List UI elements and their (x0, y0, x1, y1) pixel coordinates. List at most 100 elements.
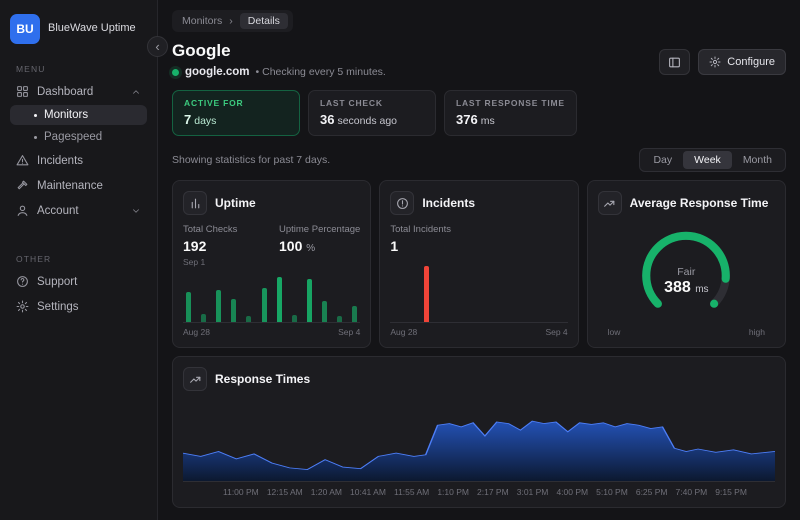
trending-up-icon (598, 191, 622, 215)
response-x-label: 2:17 PM (477, 487, 509, 497)
response-x-label: 7:40 PM (676, 487, 708, 497)
gear-icon (709, 56, 721, 68)
sidebar-item-account[interactable]: Account (10, 199, 147, 222)
status-page-button[interactable] (659, 49, 690, 75)
range-month-button[interactable]: Month (732, 151, 783, 169)
total-checks-metric: Total Checks 192 Sep 1 (183, 224, 237, 267)
sidebar-collapse-button[interactable]: ‹ (147, 36, 168, 57)
gauge-low-label: low (608, 327, 621, 337)
monitor-heading: Google google.com • Checking every 5 min… (172, 41, 386, 78)
sidebar-item-incidents[interactable]: Incidents (10, 149, 147, 172)
app-name: BlueWave Uptime (48, 22, 136, 36)
card-title: Incidents (422, 196, 475, 210)
monitor-host: google.com (185, 66, 250, 78)
card-title: Response Times (215, 372, 310, 386)
uptime-bar (277, 277, 282, 322)
sidebar-item-monitors[interactable]: Monitors (10, 105, 147, 125)
help-circle-icon (16, 275, 29, 288)
range-day-button[interactable]: Day (642, 151, 683, 169)
incidents-card: Incidents Total Incidents 1 Aug 28 Sep 4 (379, 180, 578, 348)
bullet-icon (34, 114, 37, 117)
user-icon (16, 204, 29, 217)
breadcrumb: Monitors › Details (172, 10, 293, 32)
chevron-up-icon (131, 87, 141, 97)
x-axis-start: Aug 28 (390, 327, 417, 337)
breadcrumb-separator: › (229, 15, 233, 27)
response-x-label: 1:10 PM (437, 487, 469, 497)
average-response-time-card: Average Response Time Fair 388 ms low hi… (587, 180, 786, 348)
uptime-bar (352, 306, 357, 322)
stats-period-note: Showing statistics for past 7 days. (172, 154, 330, 166)
alert-triangle-icon (16, 154, 29, 167)
response-x-label: 6:25 PM (636, 487, 668, 497)
response-x-label: 5:10 PM (596, 487, 628, 497)
alert-circle-icon (390, 191, 414, 215)
response-x-label: 10:41 AM (350, 487, 386, 497)
response-x-label: 12:15 AM (267, 487, 303, 497)
uptime-bar (262, 288, 267, 322)
response-chart-svg (183, 399, 775, 481)
response-x-label: 3:01 PM (517, 487, 549, 497)
line-chart-icon (183, 367, 207, 391)
response-times-card: Response Times 11:00 PM12:15 AM1:20 AM10… (172, 356, 786, 508)
sidebar-item-label: Incidents (37, 155, 83, 167)
stat-value: 36seconds ago (320, 112, 424, 127)
uptime-bar (307, 279, 312, 322)
uptime-bar (216, 290, 221, 322)
uptime-card: Uptime Total Checks 192 Sep 1 Uptime Per… (172, 180, 371, 348)
response-x-label: 9:15 PM (715, 487, 747, 497)
uptime-bar (246, 316, 251, 322)
gear-icon (16, 300, 29, 313)
response-x-label: 11:55 AM (394, 487, 429, 497)
sidebar-item-dashboard[interactable]: Dashboard (10, 80, 147, 103)
response-gauge: Fair 388 ms (598, 217, 775, 327)
total-incidents-metric: Total Incidents 1 (390, 224, 451, 254)
sidebar-item-label: Settings (37, 301, 79, 313)
panel-icon (668, 56, 681, 69)
app-brand[interactable]: BU BlueWave Uptime (10, 14, 147, 44)
configure-label: Configure (727, 56, 775, 68)
dashboard-icon (16, 85, 29, 98)
stat-card-active-for: ACTIVE FOR 7days (172, 90, 300, 136)
sidebar-item-label: Maintenance (37, 180, 103, 192)
sidebar-item-support[interactable]: Support (10, 270, 147, 293)
response-x-label: 11:00 PM (223, 487, 259, 497)
uptime-percentage-metric: Uptime Percentage 100 % (279, 224, 360, 267)
page-title: Google (172, 41, 386, 61)
breadcrumb-monitors[interactable]: Monitors (182, 15, 222, 27)
sidebar-item-label: Monitors (44, 109, 88, 121)
checking-note: • Checking every 5 minutes. (256, 66, 386, 78)
incidents-bar-chart[interactable] (390, 258, 567, 323)
response-x-labels: 11:00 PM12:15 AM1:20 AM10:41 AM11:55 AM1… (183, 487, 775, 497)
range-week-button[interactable]: Week (683, 151, 732, 169)
card-title: Uptime (215, 196, 256, 210)
stat-card-last-check: LAST CHECK 36seconds ago (308, 90, 436, 136)
chevron-down-icon (131, 206, 141, 216)
status-up-dot (172, 69, 179, 76)
configure-button[interactable]: Configure (698, 49, 786, 75)
menu-section-label: MENU (16, 64, 141, 74)
bar-chart-icon (183, 191, 207, 215)
uptime-bar (201, 314, 206, 322)
date-hint: Sep 1 (183, 257, 237, 267)
uptime-bar (231, 299, 236, 322)
stat-label: LAST CHECK (320, 98, 424, 108)
range-toggle: Day Week Month (639, 148, 786, 172)
stat-label: LAST RESPONSE TIME (456, 98, 565, 108)
stat-value: 376ms (456, 112, 565, 127)
sidebar-item-settings[interactable]: Settings (10, 295, 147, 318)
x-axis-end: Sep 4 (338, 327, 360, 337)
card-title: Average Response Time (630, 196, 769, 210)
uptime-bar-chart[interactable] (183, 271, 360, 323)
uptime-bar (292, 315, 297, 322)
sidebar-item-label: Support (37, 276, 77, 288)
gauge-high-label: high (749, 327, 765, 337)
uptime-bar (186, 292, 191, 322)
sidebar-item-maintenance[interactable]: Maintenance (10, 174, 147, 197)
main-content: Monitors › Details Google google.com • C… (158, 0, 800, 520)
sidebar-item-pagespeed[interactable]: Pagespeed (10, 127, 147, 147)
app-logo: BU (10, 14, 40, 44)
bullet-icon (34, 136, 37, 139)
stat-label: ACTIVE FOR (184, 98, 288, 108)
response-times-chart[interactable] (183, 399, 775, 482)
